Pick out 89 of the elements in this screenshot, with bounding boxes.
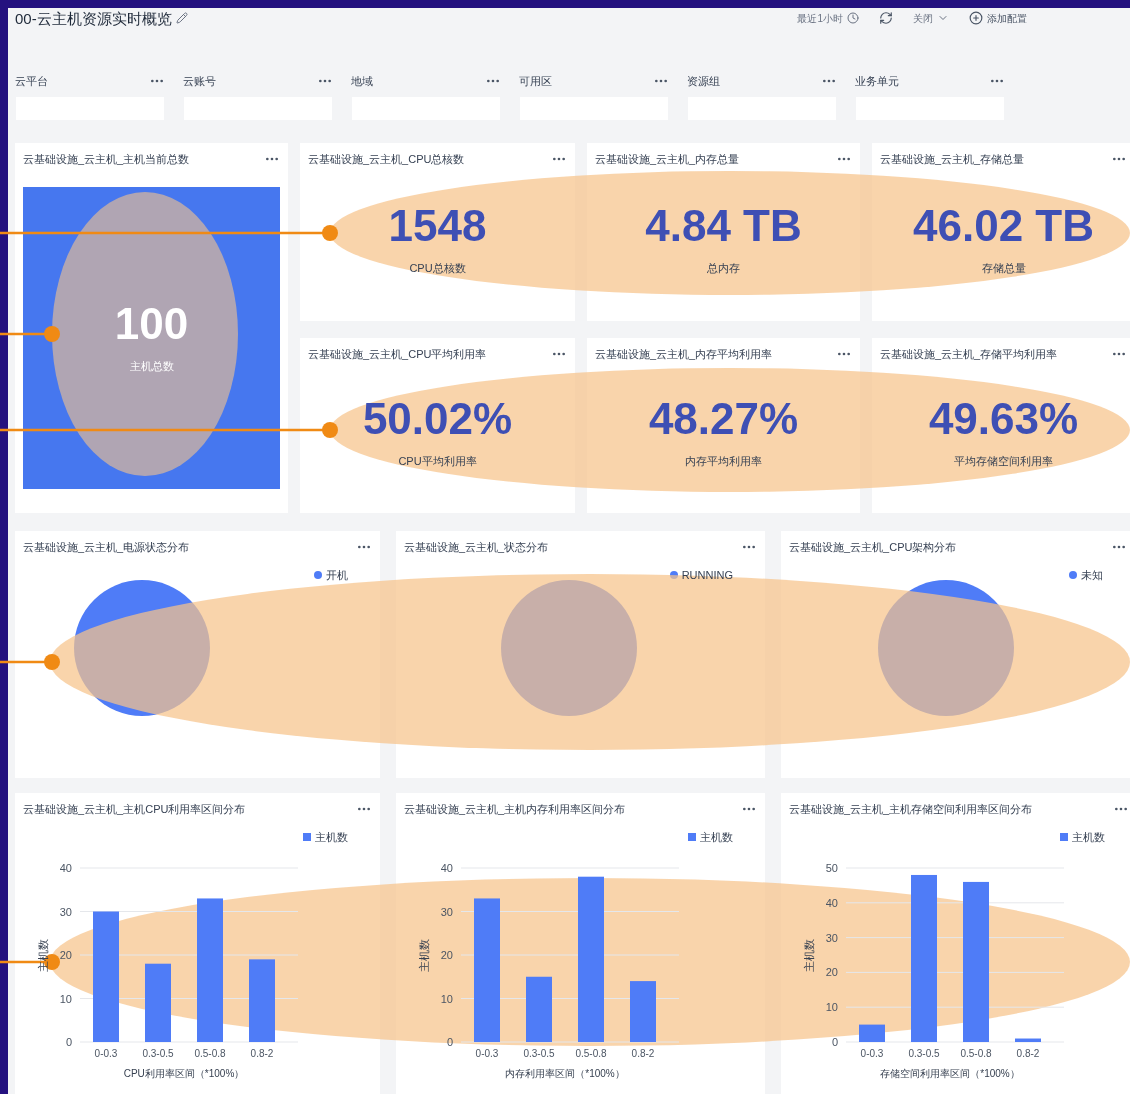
x-tick-label: 0-0.3 (94, 1047, 118, 1059)
y-tick-label: 30 (825, 931, 838, 944)
y-tick-label: 0 (446, 1035, 453, 1048)
x-tick-label: 0.5-0.8 (194, 1047, 226, 1059)
y-axis-title: 主机数 (37, 938, 49, 971)
y-tick-label: 10 (825, 1000, 838, 1013)
edit-icon[interactable] (175, 12, 188, 24)
filter-label: 云账号 (183, 74, 216, 89)
legend-label: 开机 (326, 568, 348, 583)
x-tick-label: 0.8-2 (1016, 1047, 1040, 1059)
card-title: 云基础设施_云主机_内存平均利用率 (595, 346, 773, 362)
legend-label: 主机数 (315, 830, 348, 845)
legend-swatch (1060, 833, 1068, 842)
y-tick-label: 10 (59, 992, 72, 1004)
card-title: 云基础设施_云主机_主机CPU利用率区间分布 (23, 801, 246, 817)
x-axis-title: 存储空间利用率区间（*100%） (880, 1067, 1020, 1079)
stat-value: 4.84 TB (645, 203, 802, 248)
add-config-button[interactable]: 添加配置 (969, 10, 1027, 26)
stat-label: 主机总数 (129, 358, 174, 374)
filter-label: 业务单元 (855, 74, 899, 89)
stat-value: 48.27% (648, 397, 799, 441)
stat-value: 50.02% (362, 397, 513, 441)
stat-value: 100 (114, 301, 189, 346)
card-title: 云基础设施_云主机_主机内存利用率区间分布 (404, 801, 626, 817)
y-tick-label: 30 (440, 905, 453, 917)
card-title: 云基础设施_云主机_存储平均利用率 (880, 346, 1058, 362)
y-tick-label: 20 (440, 948, 453, 961)
y-tick-label: 0 (65, 1035, 72, 1048)
card-title: 云基础设施_云主机_CPU架构分布 (789, 539, 957, 555)
card-title: 云基础设施_云主机_内存总量 (595, 151, 740, 167)
stat-label: CPU总核数 (409, 260, 466, 276)
x-tick-label: 0.8-2 (631, 1047, 655, 1059)
card-title: 云基础设施_云主机_主机当前总数 (23, 151, 190, 167)
y-tick-label: 40 (59, 861, 72, 874)
card-title: 云基础设施_云主机_CPU平均利用率 (308, 346, 487, 362)
filter-label: 云平台 (15, 74, 48, 89)
y-tick-label: 20 (59, 948, 72, 961)
x-tick-label: 0-0.3 (475, 1047, 499, 1059)
y-tick-label: 30 (59, 905, 72, 917)
x-tick-label: 0-0.3 (860, 1047, 884, 1059)
bar (630, 980, 656, 1042)
y-tick-label: 40 (440, 861, 453, 874)
stat-value: 46.02 TB (913, 203, 1094, 248)
legend-swatch (303, 833, 311, 842)
clock-icon (847, 12, 859, 24)
refresh-interval-dropdown[interactable]: 关闭 (913, 10, 949, 26)
bar (1015, 1038, 1041, 1042)
y-tick-label: 0 (831, 1035, 838, 1048)
y-axis-title: 主机数 (803, 938, 815, 971)
legend-label: RUNNING (681, 568, 733, 583)
x-axis-title: CPU利用率区间（*100%） (123, 1067, 245, 1079)
legend-label: 主机数 (1072, 830, 1105, 845)
legend-label: 未知 (1081, 568, 1103, 583)
dashboard-title: 00-云主机资源实时概览 (15, 10, 172, 26)
x-tick-label: 0.3-0.5 (523, 1047, 555, 1059)
card-title: 云基础设施_云主机_存储总量 (880, 151, 1025, 167)
card-title: 云基础设施_云主机_电源状态分布 (23, 539, 190, 555)
x-tick-label: 0.3-0.5 (908, 1047, 940, 1059)
stat-label: CPU平均利用率 (398, 454, 477, 469)
bar (526, 976, 552, 1042)
legend-label: 主机数 (700, 830, 733, 845)
stat-label: 平均存储空间利用率 (954, 454, 1053, 469)
y-axis-title: 主机数 (418, 938, 430, 971)
y-tick-label: 50 (825, 861, 838, 874)
stat-value: 1548 (388, 203, 487, 248)
time-range-button[interactable]: 最近1小时 (797, 10, 859, 26)
card-title: 云基础设施_云主机_主机存储空间利用率区间分布 (789, 801, 1033, 817)
leader-line (0, 654, 60, 670)
stat-label: 存储总量 (981, 260, 1026, 276)
filter-label: 地域 (351, 74, 373, 89)
x-tick-label: 0.5-0.8 (575, 1047, 607, 1059)
x-tick-label: 0.8-2 (250, 1047, 274, 1059)
plus-icon (969, 11, 983, 25)
x-tick-label: 0.5-0.8 (960, 1047, 992, 1059)
refresh-icon[interactable] (879, 11, 893, 25)
filter-label: 可用区 (519, 74, 552, 89)
filter-label: 资源组 (687, 74, 720, 89)
stat-value: 49.63% (928, 397, 1079, 441)
x-tick-label: 0.3-0.5 (142, 1047, 174, 1059)
stat-label: 内存平均利用率 (685, 454, 762, 469)
y-tick-label: 10 (440, 992, 453, 1004)
card-title: 云基础设施_云主机_CPU总核数 (308, 151, 465, 167)
stat-label: 总内存 (707, 260, 740, 276)
leader-line (0, 326, 60, 342)
x-axis-title: 内存利用率区间（*100%） (505, 1067, 625, 1079)
y-tick-label: 20 (825, 965, 838, 978)
legend-swatch (688, 833, 696, 842)
card-title: 云基础设施_云主机_状态分布 (404, 539, 549, 555)
y-tick-label: 40 (825, 896, 838, 909)
